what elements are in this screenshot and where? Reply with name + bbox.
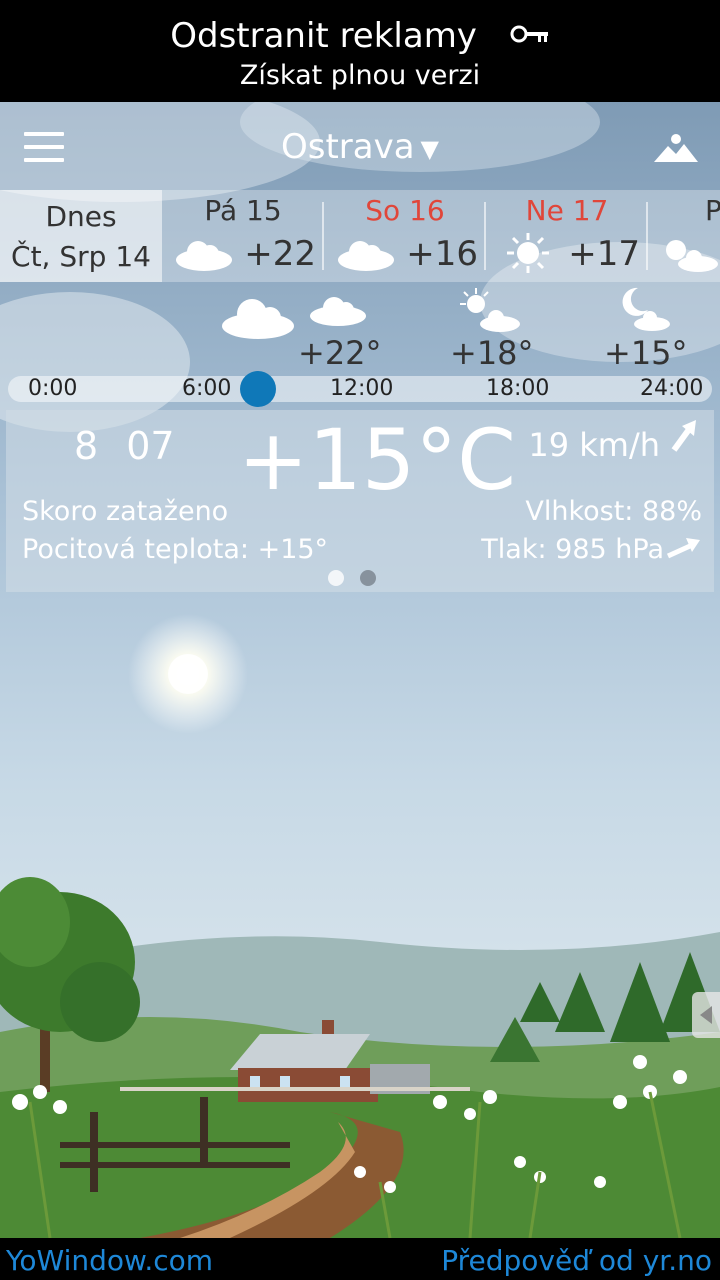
remove-ads-banner[interactable]: Odstranit reklamy Získat plnou verzi xyxy=(0,0,720,102)
yowindow-link[interactable]: YoWindow.com xyxy=(6,1244,213,1277)
chevron-left-icon xyxy=(700,1006,712,1024)
triangle-down-icon: ▼ xyxy=(420,135,440,163)
time-tick: 0:00 xyxy=(28,376,78,401)
cloud-icon xyxy=(338,241,394,271)
time-slider-handle[interactable] xyxy=(240,371,276,407)
day-item[interactable]: Po xyxy=(648,190,720,282)
weather-condition: Skoro zataženo xyxy=(22,496,229,527)
current-conditions-panel[interactable]: 8 07 +15°C 19 km/h Skoro zataženo Pocito… xyxy=(6,410,714,592)
landscape-icon[interactable] xyxy=(654,132,698,164)
day-temp: +16 xyxy=(406,234,478,274)
sun-cloud-icon xyxy=(460,288,520,332)
day-name: Ne 17 xyxy=(525,194,609,227)
moon-cloud-icon xyxy=(622,287,670,331)
get-full-version-label[interactable]: Získat plnou verzi xyxy=(0,58,720,94)
cloud-icon xyxy=(176,241,232,271)
humidity: Vlhkost: 88% xyxy=(525,496,702,527)
sun-cloud-icon xyxy=(666,240,718,272)
feels-like-temperature: Pocitová teplota: +15° xyxy=(22,534,329,565)
side-panel-handle[interactable] xyxy=(692,992,720,1038)
remove-ads-title[interactable]: Odstranit reklamy xyxy=(0,14,720,58)
day-item[interactable]: Ne 17 +17 xyxy=(486,190,648,282)
wind-speed: 19 km/h xyxy=(528,426,660,464)
location-selector[interactable]: Ostrava ▼ xyxy=(260,124,460,170)
day-name: Po xyxy=(704,194,720,227)
pressure-trend-arrow-icon xyxy=(666,538,700,559)
day-temp: +17 xyxy=(568,234,640,274)
city-name: Ostrava xyxy=(280,127,415,167)
cloud-icon xyxy=(310,297,366,326)
time-tick: 12:00 xyxy=(330,376,394,401)
forecast-source-link[interactable]: Předpověď od yr.no xyxy=(441,1244,712,1277)
day-item[interactable]: So 16 +16 xyxy=(324,190,486,282)
hamburger-menu-icon[interactable] xyxy=(24,132,66,164)
day-name: Pá 15 xyxy=(204,194,282,227)
sun-icon xyxy=(507,233,549,273)
page-indicator-dot[interactable] xyxy=(360,570,376,586)
current-time: 8 07 xyxy=(74,424,175,468)
today-date: Čt, Srp 14 xyxy=(11,240,151,273)
today-label: Dnes xyxy=(45,200,117,233)
time-tick: 18:00 xyxy=(486,376,550,401)
day-today[interactable]: Dnes Čt, Srp 14 xyxy=(0,190,162,282)
hour-temp: +18° xyxy=(450,334,534,372)
time-tick: 6:00 xyxy=(182,376,232,401)
current-temperature: +15°C xyxy=(238,411,516,509)
hour-temp: +15° xyxy=(604,334,688,372)
daily-forecast-strip[interactable]: Dnes Čt, Srp 14 Pá 15 +22 So 16 +16 Ne 1… xyxy=(0,190,720,282)
day-item[interactable]: Pá 15 +22 xyxy=(162,190,324,282)
wind-direction-arrow-icon xyxy=(671,420,696,452)
hour-temp: +22° xyxy=(298,334,382,372)
day-temp: +22 xyxy=(244,234,316,274)
cloud-icon xyxy=(222,299,294,339)
page-indicator-dot[interactable] xyxy=(328,570,344,586)
time-tick: 24:00 xyxy=(640,376,704,401)
key-icon xyxy=(510,25,548,42)
footer-bar: YoWindow.com Předpověď od yr.no xyxy=(0,1238,720,1280)
day-name: So 16 xyxy=(365,194,445,227)
remove-ads-label: Odstranit reklamy xyxy=(170,16,477,56)
weather-scene: Ostrava ▼ Dnes Čt, Srp 14 Pá 15 +22 So 16… xyxy=(0,102,720,1238)
pressure: Tlak: 985 hPa xyxy=(481,534,664,565)
